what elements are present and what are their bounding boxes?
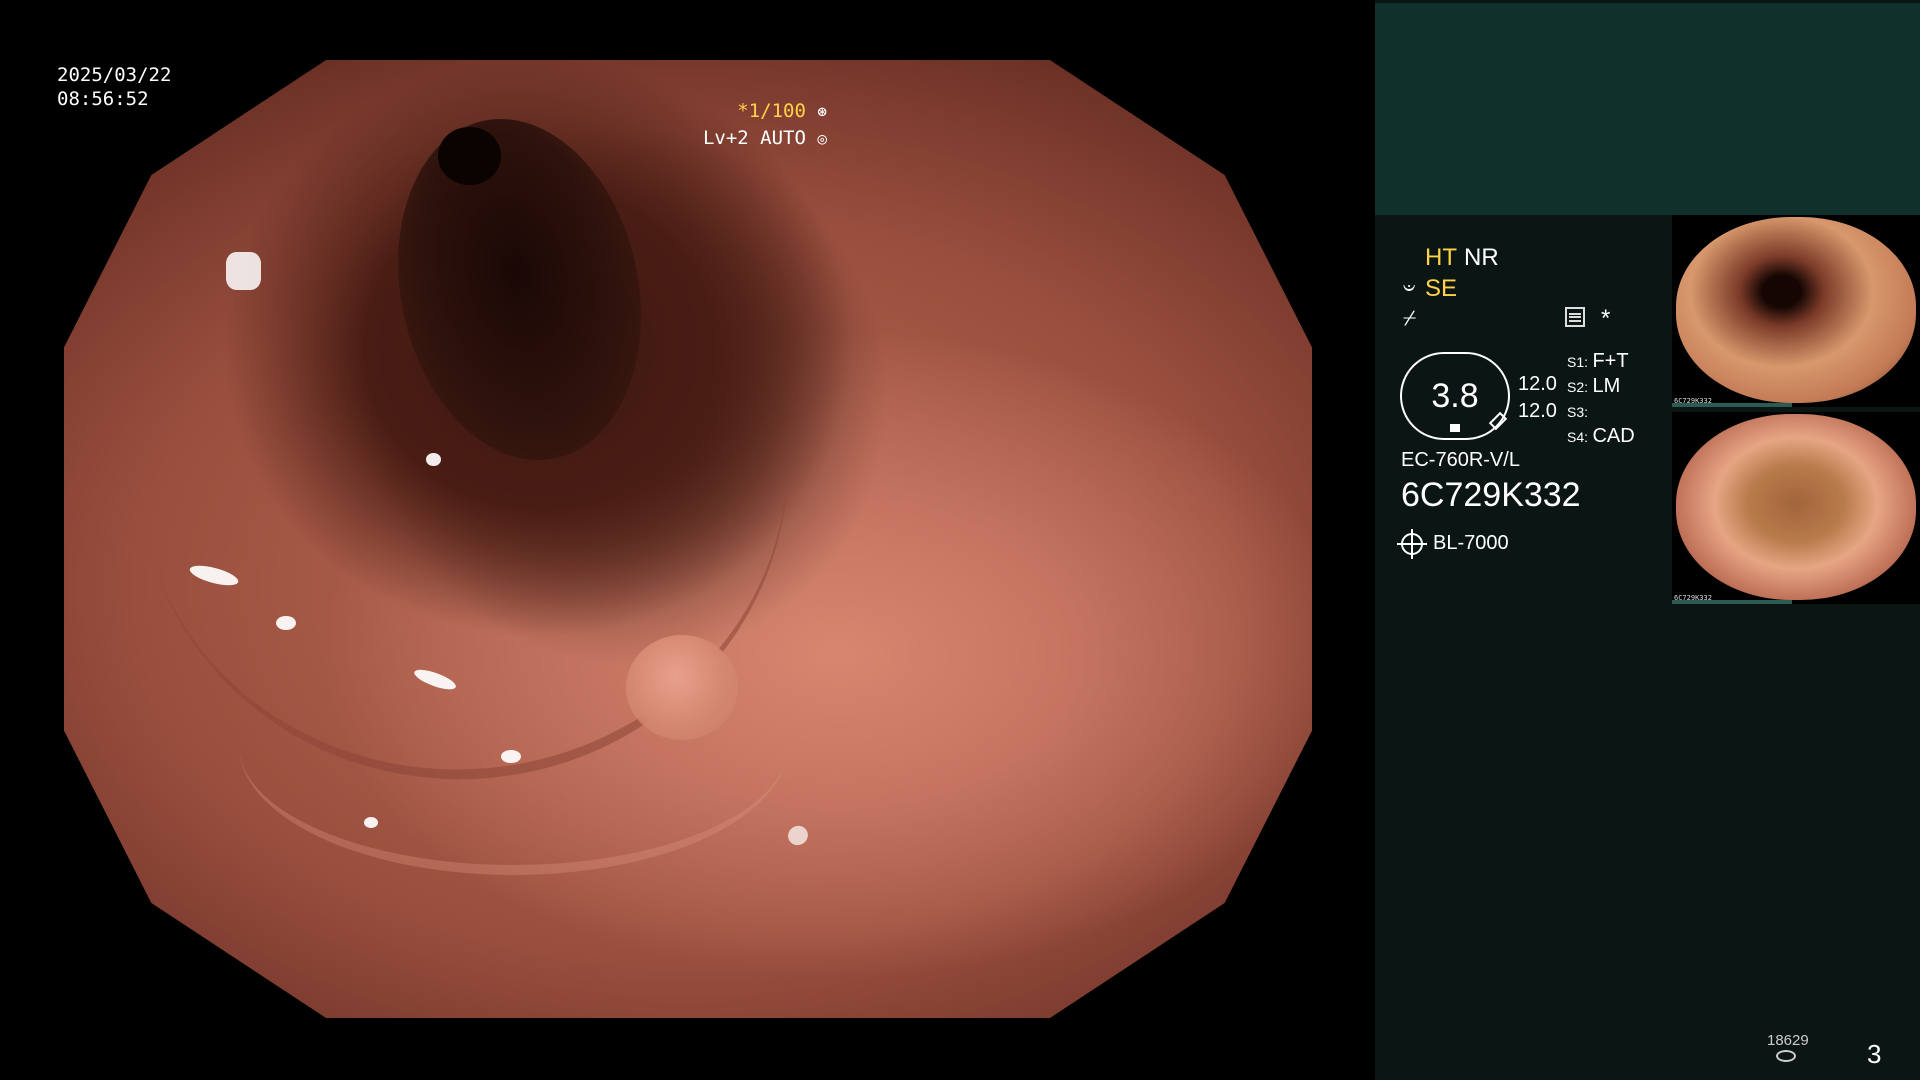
polyp-lesion <box>625 634 738 741</box>
specular-highlight <box>425 452 441 467</box>
exposure-readout: *1/100 ⊛ Lv+2 AUTO ◎ <box>703 98 827 152</box>
page-number: 3 <box>1867 1039 1882 1069</box>
capture-thumbnail[interactable]: 6C729K332 <box>1672 412 1920 604</box>
storage-icon <box>1776 1050 1796 1062</box>
slot-4: S4: CAD <box>1567 425 1635 448</box>
se-icon: 𝄑 <box>1403 275 1416 300</box>
menu-icon <box>1565 307 1585 327</box>
time-text: 08:56:52 <box>57 88 149 110</box>
endoscope-video-area: 2025/03/22 08:56:52 *1/100 ⊛ Lv+2 AUTO ◎ <box>0 0 1375 1080</box>
slot-value: F+T <box>1592 350 1629 372</box>
specular-highlight <box>784 822 812 850</box>
exposure-icon: ◎ <box>817 129 827 148</box>
slot-value: LM <box>1592 375 1621 397</box>
aperture-icon: ⊛ <box>817 102 827 121</box>
endoscope-image <box>64 60 1312 1018</box>
date-text: 2025/03/22 <box>57 64 172 86</box>
nr-indicator: NR <box>1464 244 1499 271</box>
slot-key: S3: <box>1567 404 1589 420</box>
slot-3: S3: <box>1567 400 1588 423</box>
se-indicator: SE <box>1425 275 1458 302</box>
light-source-row: BL-7000 <box>1397 528 1509 559</box>
pencil-icon <box>1488 411 1508 431</box>
slot-key: S4: <box>1567 429 1589 445</box>
slot-1: S1: F+T <box>1567 350 1629 373</box>
image-counter: 18629 <box>1767 1032 1809 1049</box>
zoom-dot-icon <box>1450 424 1460 432</box>
thumbnail-bar <box>1672 403 1792 407</box>
scope-model: EC-760R-V/L <box>1401 449 1520 471</box>
zap-icon: ⌿ <box>1403 305 1417 330</box>
zoom-setting-b: 12.0 <box>1518 400 1557 422</box>
slot-key: S2: <box>1567 379 1589 395</box>
thumbnail-image <box>1676 217 1916 403</box>
star-icon: * <box>1601 305 1611 332</box>
datetime-readout: 2025/03/22 08:56:52 <box>57 63 171 111</box>
slot-2: S2: LM <box>1567 375 1620 398</box>
thumbnail-image <box>1676 414 1916 600</box>
slot-key: S1: <box>1567 354 1589 370</box>
ht-indicator: HT <box>1425 244 1457 271</box>
zoom-value: 3.8 <box>1431 376 1479 415</box>
thumbnail-bar <box>1672 600 1792 604</box>
specular-highlight <box>500 749 521 764</box>
specular-highlight <box>276 615 297 630</box>
light-source-icon <box>1397 528 1427 559</box>
slot-value: CAD <box>1592 425 1635 447</box>
specular-highlight <box>226 251 262 290</box>
zoom-setting-a: 12.0 <box>1518 373 1557 395</box>
capture-thumbnail[interactable]: 6C729K332 <box>1672 215 1920 407</box>
shutter-speed: *1/100 <box>737 100 806 122</box>
zoom-badge: 3.8 <box>1400 352 1510 440</box>
exposure-mode: Lv+2 AUTO <box>702 127 806 149</box>
panel-header-band <box>1375 3 1920 215</box>
lumen-opening <box>438 127 501 185</box>
light-source-label: BL-7000 <box>1433 532 1509 554</box>
scope-serial: 6C729K332 <box>1401 476 1581 514</box>
